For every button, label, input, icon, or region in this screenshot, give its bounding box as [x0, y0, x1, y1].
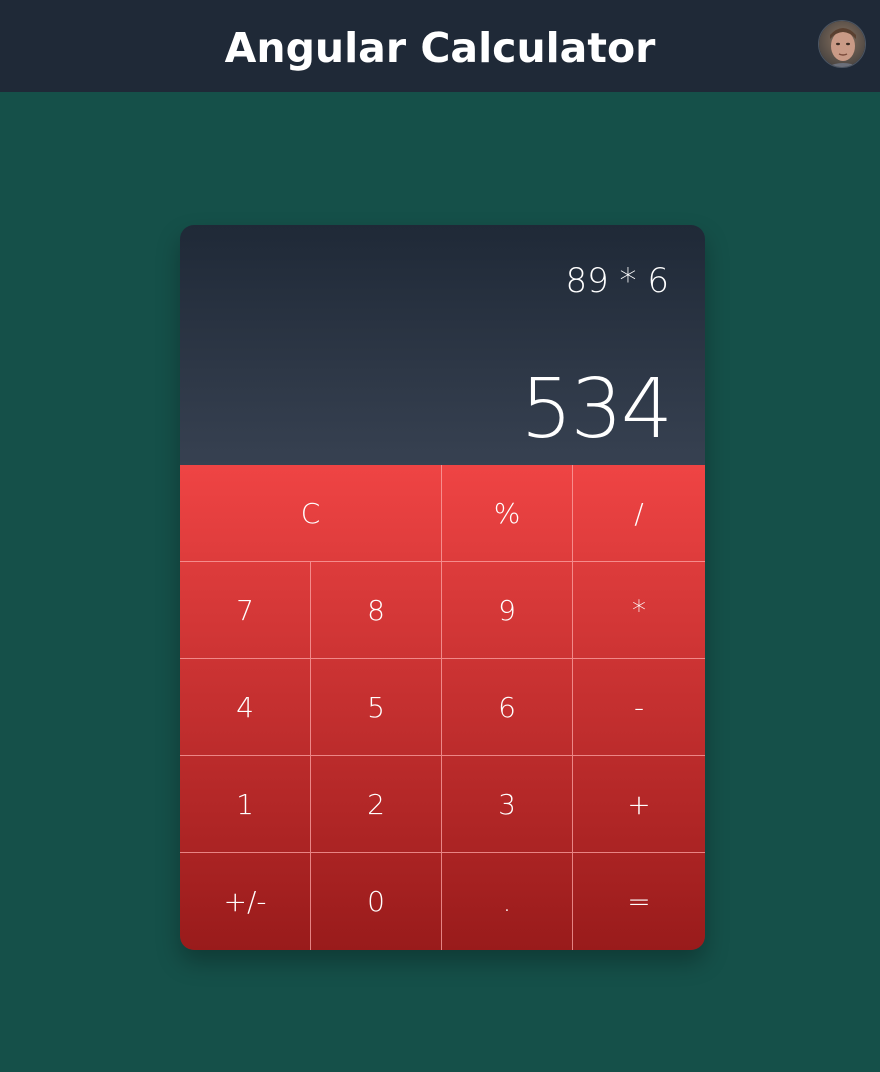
app-title: Angular Calculator [224, 24, 656, 72]
decimal-button[interactable]: . [442, 853, 573, 950]
app-header: Angular Calculator [0, 0, 880, 92]
result-display: 534 [520, 362, 673, 457]
digit-3-button[interactable]: 3 [442, 756, 573, 853]
keypad: C % / 7 8 9 * 4 5 6 - 1 2 3 + +/- 0 . = [180, 465, 705, 950]
subtract-button[interactable]: - [573, 659, 705, 756]
digit-7-button[interactable]: 7 [180, 562, 311, 659]
expression-display: 89 * 6 [565, 261, 669, 301]
digit-0-button[interactable]: 0 [311, 853, 442, 950]
add-button[interactable]: + [573, 756, 705, 853]
digit-1-button[interactable]: 1 [180, 756, 311, 853]
digit-6-button[interactable]: 6 [442, 659, 573, 756]
digit-4-button[interactable]: 4 [180, 659, 311, 756]
digit-9-button[interactable]: 9 [442, 562, 573, 659]
digit-5-button[interactable]: 5 [311, 659, 442, 756]
equals-button[interactable]: = [573, 853, 705, 950]
avatar-icon [819, 21, 865, 67]
user-avatar[interactable] [818, 20, 866, 68]
digit-2-button[interactable]: 2 [311, 756, 442, 853]
digit-8-button[interactable]: 8 [311, 562, 442, 659]
clear-button[interactable]: C [180, 465, 442, 562]
percent-button[interactable]: % [442, 465, 573, 562]
calculator-display: 89 * 6 534 [180, 225, 705, 465]
multiply-button[interactable]: * [573, 562, 705, 659]
negate-button[interactable]: +/- [180, 853, 311, 950]
calculator: 89 * 6 534 C % / 7 8 9 * 4 5 6 - 1 2 3 +… [180, 225, 705, 950]
divide-button[interactable]: / [573, 465, 705, 562]
